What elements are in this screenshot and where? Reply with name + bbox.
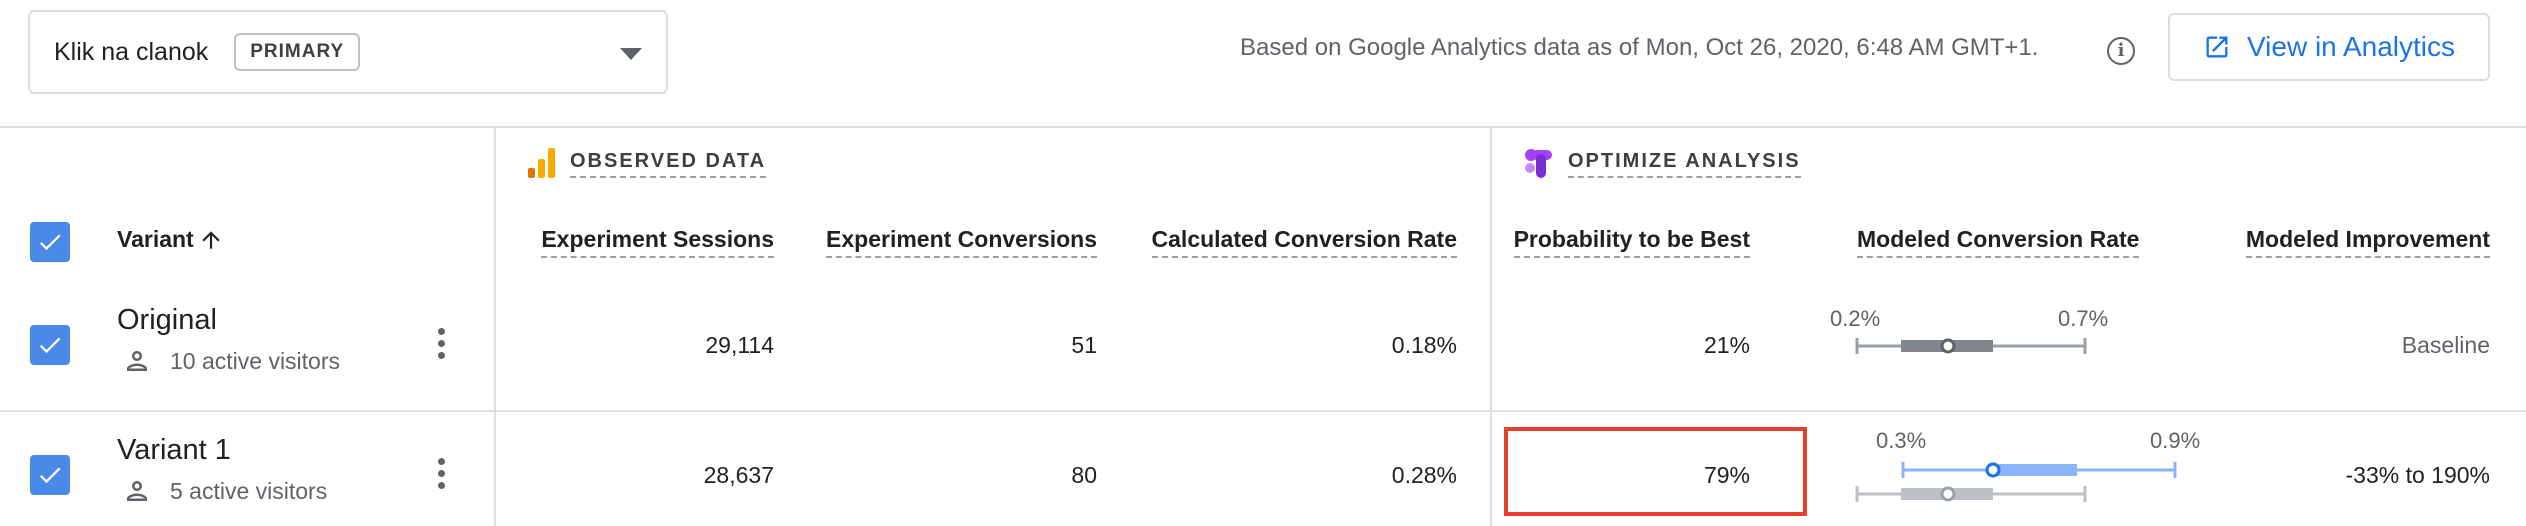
- open-in-new-icon: [2206, 36, 2228, 58]
- conversions-column-header[interactable]: Experiment Conversions: [780, 226, 1097, 258]
- table-row: Variant 1 5 active visitors 28,637 80 0.…: [0, 412, 2526, 526]
- modeled-rate-column-header[interactable]: Modeled Conversion Rate: [1857, 226, 2140, 258]
- analytics-icon: [528, 148, 555, 178]
- info-icon[interactable]: i: [2107, 37, 2135, 65]
- table-row: Original 10 active visitors 29,114 51 0.…: [0, 280, 2526, 410]
- check-icon: [39, 467, 61, 484]
- prob-best-value: 21%: [1703, 332, 1750, 358]
- prob-best-column-label: Probability to be Best: [1513, 226, 1750, 258]
- ci-low-label: 0.3%: [1876, 428, 1927, 453]
- objective-name: Klik na clanok: [54, 37, 209, 66]
- active-visitors-label: 10 active visitors: [170, 347, 341, 374]
- variant-name[interactable]: Variant 1: [117, 434, 231, 467]
- modeled-improvement-value: Baseline: [2401, 332, 2490, 358]
- prob-best-column-header[interactable]: Probability to be Best: [1500, 226, 1750, 258]
- modeled-improvement-column-label: Modeled Improvement: [2245, 226, 2490, 258]
- conversions-column-label: Experiment Conversions: [826, 226, 1097, 258]
- variant-name[interactable]: Original: [117, 304, 217, 337]
- sessions-value: 28,637: [703, 462, 774, 488]
- active-visitors-label: 5 active visitors: [170, 477, 328, 504]
- check-icon: [39, 234, 61, 251]
- more-vert-icon[interactable]: [438, 458, 446, 489]
- sessions-value: 29,114: [705, 332, 774, 358]
- ci-high-label: 0.9%: [2150, 428, 2201, 453]
- ci-high-label: 0.7%: [2058, 306, 2109, 331]
- modeled-rate-column-label: Modeled Conversion Rate: [1857, 226, 2140, 258]
- modeled-improvement-column-header[interactable]: Modeled Improvement: [2140, 226, 2490, 258]
- check-icon: [39, 337, 61, 354]
- row-checkbox[interactable]: [30, 455, 70, 495]
- sessions-column-header[interactable]: Experiment Sessions: [500, 226, 774, 258]
- calc-rate-value: 0.18%: [1391, 332, 1457, 358]
- observed-data-label: OBSERVED DATA: [570, 150, 767, 178]
- modeled-rate-interval[interactable]: [1855, 456, 2180, 508]
- modeled-improvement-value: -33% to 190%: [2345, 462, 2490, 488]
- more-vert-icon[interactable]: [438, 328, 446, 359]
- row-checkbox[interactable]: [30, 325, 70, 365]
- conversions-value: 51: [1071, 332, 1097, 358]
- person-icon: [127, 351, 147, 371]
- calc-rate-column-label: Calculated Conversion Rate: [1151, 226, 1457, 258]
- active-visitors: 5 active visitors: [122, 476, 327, 506]
- objective-selector[interactable]: Klik na clanok PRIMARY: [28, 10, 668, 94]
- variant-column-header[interactable]: Variant: [117, 226, 224, 253]
- primary-badge: PRIMARY: [234, 33, 361, 71]
- modeled-rate-interval[interactable]: [1855, 334, 2087, 358]
- ci-low-label: 0.2%: [1830, 306, 1881, 331]
- optimize-analysis-section: OPTIMIZE ANALYSIS: [1524, 148, 1801, 180]
- select-all-checkbox[interactable]: [30, 222, 70, 262]
- person-icon: [127, 481, 147, 501]
- calc-rate-value: 0.28%: [1391, 462, 1457, 488]
- sessions-column-label: Experiment Sessions: [541, 226, 774, 258]
- chevron-down-icon: [620, 48, 642, 60]
- variant-column-label: Variant: [117, 226, 194, 252]
- view-in-analytics-label: View in Analytics: [2246, 31, 2456, 62]
- arrow-up-icon: [202, 230, 220, 249]
- calc-rate-column-header[interactable]: Calculated Conversion Rate: [1100, 226, 1457, 258]
- active-visitors: 10 active visitors: [122, 346, 340, 376]
- conversions-value: 80: [1071, 462, 1097, 488]
- optimize-icon: [1525, 149, 1552, 178]
- observed-data-section: OBSERVED DATA: [528, 148, 767, 180]
- optimize-analysis-label: OPTIMIZE ANALYSIS: [1568, 150, 1801, 178]
- view-in-analytics-button[interactable]: View in Analytics: [2168, 13, 2490, 81]
- data-freshness-note: Based on Google Analytics data as of Mon…: [1240, 34, 2039, 61]
- prob-best-value: 79%: [1703, 462, 1750, 488]
- header-divider: [0, 126, 2526, 128]
